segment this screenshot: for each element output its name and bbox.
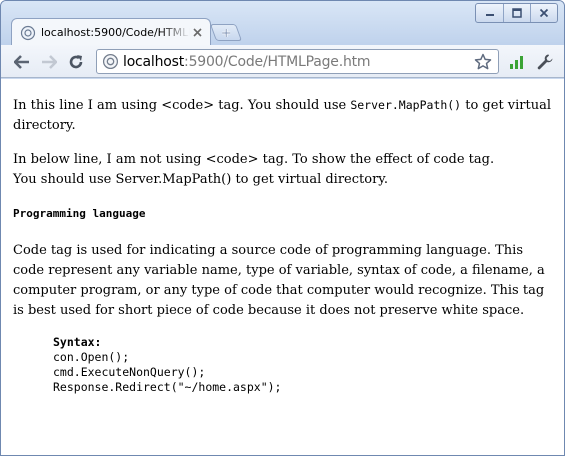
back-arrow-icon: [14, 55, 29, 69]
maximize-button[interactable]: [503, 4, 530, 22]
tab-active[interactable]: localhost:5900/Code/HTMLPage.htm: [11, 18, 211, 46]
reload-icon: [69, 55, 83, 69]
close-window-button[interactable]: [530, 4, 557, 22]
browser-toolbar: localhost:5900/Code/HTMLPage.htm: [1, 45, 564, 78]
browser-window: localhost:5900/Code/HTMLPage.htm: [0, 0, 565, 456]
url-text[interactable]: localhost:5900/Code/HTMLPage.htm: [123, 53, 371, 70]
url-host: localhost: [123, 53, 185, 70]
reload-button[interactable]: [65, 51, 87, 73]
star-icon[interactable]: [474, 53, 492, 71]
address-bar[interactable]: localhost:5900/Code/HTMLPage.htm: [96, 49, 499, 74]
paragraph-code-usage: In this line I am using <code> tag. You …: [13, 98, 552, 133]
signal-bars-icon: [510, 56, 523, 69]
syntax-label: Syntax:: [53, 335, 102, 349]
maximize-icon: [512, 8, 522, 18]
forward-button[interactable]: [38, 51, 60, 73]
code-block: Syntax: con.Open(); cmd.ExecuteNonQuery();…: [53, 335, 554, 395]
code-line: Response.Redirect("~/home.aspx");: [53, 380, 282, 394]
close-icon: [539, 8, 549, 18]
extension-button[interactable]: [506, 51, 528, 73]
page-globe-icon: [20, 25, 36, 40]
close-icon: [192, 28, 202, 37]
inline-code: Server.MapPath(): [350, 98, 462, 112]
tab-close-button[interactable]: [190, 26, 204, 40]
forward-arrow-icon: [42, 55, 57, 69]
back-button[interactable]: [11, 51, 33, 73]
url-path: :5900/Code/HTMLPage.htm: [184, 53, 371, 70]
window-controls: [475, 3, 558, 23]
paragraph-no-code: In below line, I am not using <code> tag…: [13, 152, 495, 187]
code-line: cmd.ExecuteNonQuery();: [53, 365, 206, 379]
page-content: In this line I am using <code> tag. You …: [1, 79, 564, 455]
plus-icon: [222, 28, 230, 37]
minimize-button[interactable]: [476, 4, 503, 22]
section-heading: Programming language: [13, 207, 146, 220]
page-globe-icon: [102, 53, 119, 70]
tab-title: localhost:5900/Code/HTMLPage.htm: [41, 26, 190, 39]
minimize-icon: [485, 14, 494, 16]
wrench-icon: [537, 54, 553, 70]
settings-menu-button[interactable]: [534, 51, 556, 73]
paragraph-description: Code tag is used for indicating a source…: [13, 243, 545, 318]
new-tab-button[interactable]: [209, 24, 243, 41]
code-line: con.Open();: [53, 350, 130, 364]
title-bar: localhost:5900/Code/HTMLPage.htm: [1, 1, 564, 46]
